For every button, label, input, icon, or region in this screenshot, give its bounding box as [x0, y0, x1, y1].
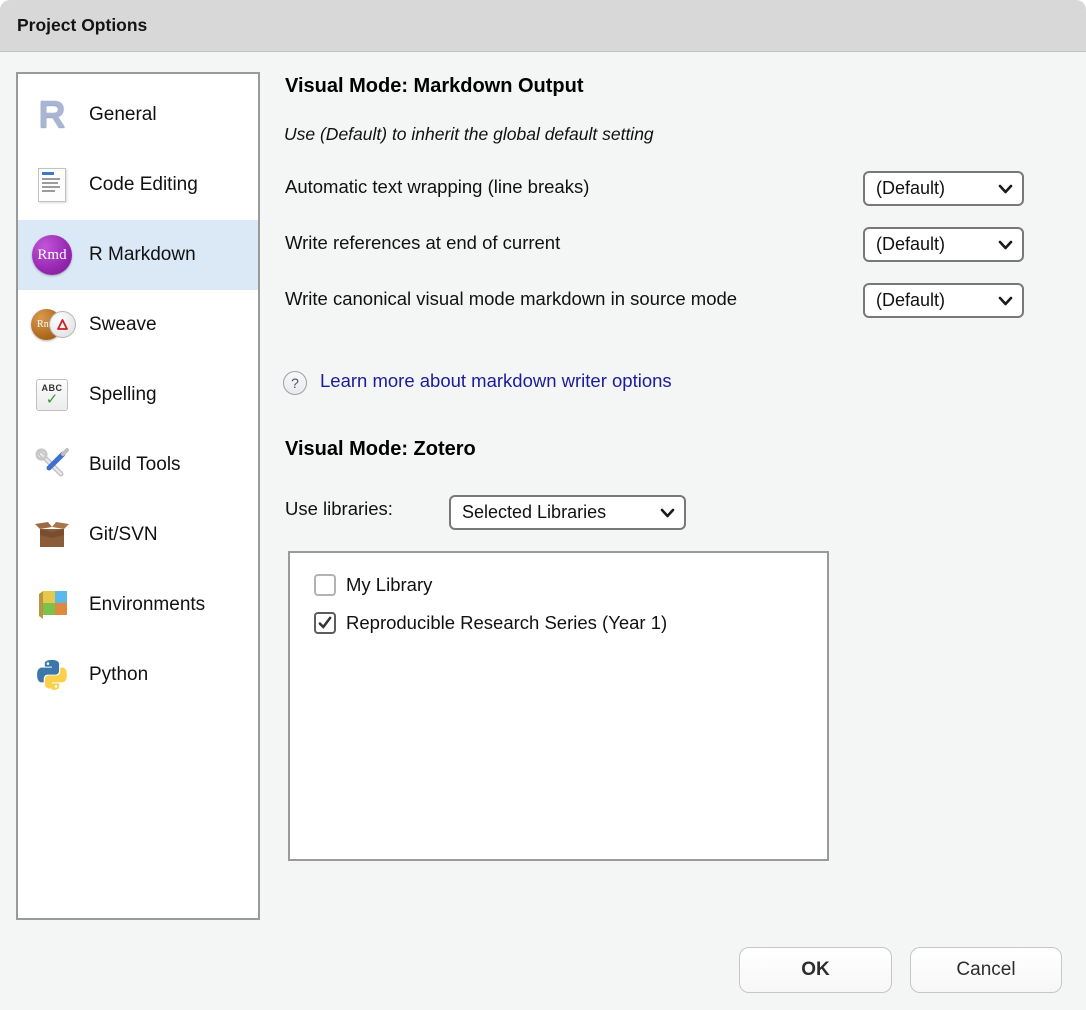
dropdown-canonical[interactable]: (Default)	[863, 283, 1024, 318]
section-subtitle: Use (Default) to inherit the global defa…	[284, 124, 654, 145]
sidebar-item-label: General	[89, 104, 157, 126]
sidebar-item-label: Code Editing	[89, 174, 198, 196]
dialog-title: Project Options	[17, 0, 147, 51]
pdf-icon	[49, 311, 76, 338]
project-options-dialog: Project Options R General Code Editing R…	[0, 0, 1086, 1010]
sidebar-item-python[interactable]: Python	[18, 640, 258, 710]
cancel-button[interactable]: Cancel	[910, 947, 1062, 993]
spelling-icon: ABC✓	[31, 374, 73, 416]
library-row-my-library[interactable]: My Library	[314, 574, 827, 596]
chevron-down-icon	[660, 508, 684, 518]
sidebar-item-code-editing[interactable]: Code Editing	[18, 150, 258, 220]
sidebar-item-label: Git/SVN	[89, 524, 158, 546]
r-logo-icon: R	[31, 94, 73, 136]
chevron-down-icon	[998, 184, 1022, 194]
sidebar-item-git-svn[interactable]: Git/SVN	[18, 500, 258, 570]
help-icon[interactable]: ?	[283, 371, 307, 395]
sidebar-item-general[interactable]: R General	[18, 80, 258, 150]
dropdown-references[interactable]: (Default)	[863, 227, 1024, 262]
rmarkdown-icon: Rmd	[31, 234, 73, 276]
sidebar-item-label: Sweave	[89, 314, 157, 336]
sidebar-item-label: Python	[89, 664, 148, 686]
sidebar: R General Code Editing Rmd R Markdown Rn…	[16, 72, 260, 920]
chevron-down-icon	[998, 296, 1022, 306]
section-title-markdown-output: Visual Mode: Markdown Output	[285, 75, 584, 98]
sidebar-item-label: Environments	[89, 594, 205, 616]
sidebar-item-label: Build Tools	[89, 454, 181, 476]
library-label: Reproducible Research Series (Year 1)	[346, 612, 667, 634]
code-editing-icon	[31, 164, 73, 206]
sidebar-item-spelling[interactable]: ABC✓ Spelling	[18, 360, 258, 430]
dropdown-text-wrapping[interactable]: (Default)	[863, 171, 1024, 206]
checkbox-my-library[interactable]	[314, 574, 336, 596]
library-row-reproducible-research[interactable]: Reproducible Research Series (Year 1)	[314, 612, 827, 634]
use-libraries-label: Use libraries:	[285, 498, 393, 520]
learn-more-link[interactable]: Learn more about markdown writer options	[320, 370, 672, 392]
option-label-text-wrapping: Automatic text wrapping (line breaks)	[285, 173, 589, 201]
sidebar-item-r-markdown[interactable]: Rmd R Markdown	[18, 220, 258, 290]
use-libraries-dropdown[interactable]: Selected Libraries	[449, 495, 686, 530]
title-bar: Project Options	[0, 0, 1086, 52]
section-title-zotero: Visual Mode: Zotero	[285, 438, 476, 461]
ok-button[interactable]: OK	[739, 947, 892, 993]
sidebar-item-sweave[interactable]: Rnw Sweave	[18, 290, 258, 360]
checkbox-reproducible-research[interactable]	[314, 612, 336, 634]
sidebar-item-label: R Markdown	[89, 244, 196, 266]
option-label-references: Write references at end of current	[285, 229, 560, 257]
library-label: My Library	[346, 574, 432, 596]
sweave-icon: Rnw	[31, 304, 73, 346]
git-svn-icon	[31, 514, 73, 556]
python-icon	[31, 654, 73, 696]
sidebar-item-build-tools[interactable]: Build Tools	[18, 430, 258, 500]
environments-icon	[31, 584, 73, 626]
sidebar-item-environments[interactable]: Environments	[18, 570, 258, 640]
sidebar-item-label: Spelling	[89, 384, 157, 406]
zotero-libraries-box: My Library Reproducible Research Series …	[288, 551, 829, 861]
chevron-down-icon	[998, 240, 1022, 250]
option-label-canonical: Write canonical visual mode markdown in …	[285, 285, 825, 313]
build-tools-icon	[31, 444, 73, 486]
